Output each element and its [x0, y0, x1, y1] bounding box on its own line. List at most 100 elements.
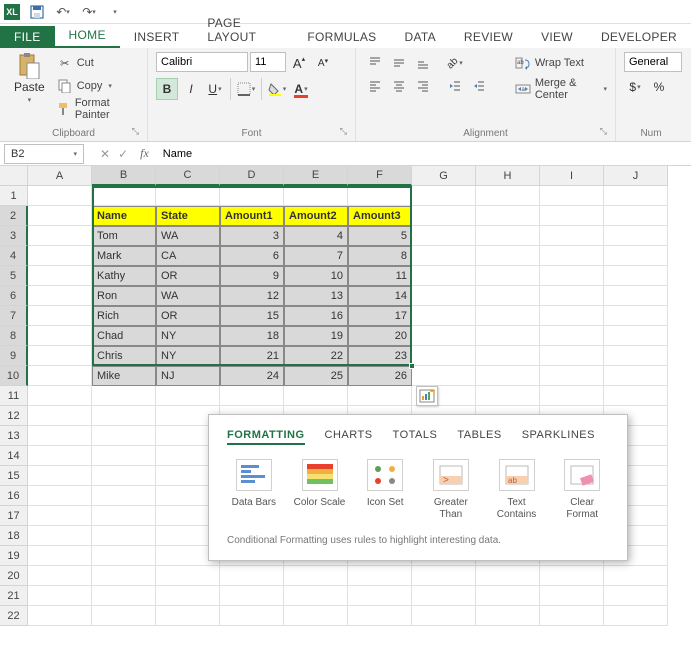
cell[interactable]: NY — [156, 326, 220, 346]
cell[interactable] — [476, 326, 540, 346]
cell[interactable] — [92, 386, 156, 406]
cell[interactable] — [92, 506, 156, 526]
row-header[interactable]: 1 — [0, 186, 28, 206]
cell[interactable] — [540, 386, 604, 406]
cell[interactable]: Chad — [92, 326, 156, 346]
wrap-text-button[interactable]: abWrap Text — [515, 52, 607, 74]
cell[interactable] — [28, 486, 92, 506]
cell[interactable]: 4 — [284, 226, 348, 246]
cell[interactable] — [604, 366, 668, 386]
row-header[interactable]: 12 — [0, 406, 28, 426]
cell[interactable] — [348, 386, 412, 406]
tab-file[interactable]: FILE — [0, 26, 55, 48]
cell[interactable]: 22 — [284, 346, 348, 366]
cell[interactable] — [28, 226, 92, 246]
cell[interactable] — [92, 546, 156, 566]
cell[interactable] — [348, 566, 412, 586]
row-header[interactable]: 5 — [0, 266, 28, 286]
increase-font-button[interactable]: A▴ — [288, 52, 310, 74]
col-header[interactable]: A — [28, 166, 92, 186]
cell[interactable] — [284, 186, 348, 206]
row-header[interactable]: 4 — [0, 246, 28, 266]
cell[interactable] — [28, 546, 92, 566]
cell[interactable] — [348, 186, 412, 206]
cell[interactable]: 24 — [220, 366, 284, 386]
underline-button[interactable]: U▾ — [204, 78, 226, 100]
qa-opt-icon-set[interactable]: Icon Set — [358, 459, 412, 521]
cell[interactable] — [476, 186, 540, 206]
cell[interactable] — [476, 366, 540, 386]
cell[interactable] — [412, 566, 476, 586]
cell[interactable] — [28, 346, 92, 366]
row-header[interactable]: 6 — [0, 286, 28, 306]
cell[interactable] — [412, 246, 476, 266]
redo-icon[interactable]: ↷▾ — [80, 3, 98, 21]
qa-opt-color-scale[interactable]: Color Scale — [293, 459, 347, 521]
col-header[interactable]: G — [412, 166, 476, 186]
row-header[interactable]: 21 — [0, 586, 28, 606]
align-right-button[interactable] — [412, 75, 434, 97]
cell[interactable]: 19 — [284, 326, 348, 346]
cell[interactable] — [540, 566, 604, 586]
qa-tab-tables[interactable]: TABLES — [457, 429, 501, 445]
row-header[interactable]: 22 — [0, 606, 28, 626]
cell[interactable] — [604, 186, 668, 206]
cell[interactable]: 6 — [220, 246, 284, 266]
orientation-button[interactable]: ab▾ — [444, 52, 466, 74]
cell[interactable] — [92, 606, 156, 626]
cell[interactable]: State — [156, 206, 220, 226]
cell[interactable] — [28, 506, 92, 526]
cell[interactable] — [540, 266, 604, 286]
cell[interactable] — [604, 606, 668, 626]
cell[interactable] — [540, 326, 604, 346]
cell[interactable] — [156, 606, 220, 626]
cell[interactable] — [348, 606, 412, 626]
cell[interactable] — [412, 186, 476, 206]
qa-opt-clear-format[interactable]: Clear Format — [555, 459, 609, 521]
row-header[interactable]: 14 — [0, 446, 28, 466]
cell[interactable]: 3 — [220, 226, 284, 246]
cell[interactable] — [604, 326, 668, 346]
cell[interactable] — [412, 266, 476, 286]
align-bottom-button[interactable] — [412, 52, 434, 74]
cell[interactable]: Ron — [92, 286, 156, 306]
qa-opt-greater-than[interactable]: > Greater Than — [424, 459, 478, 521]
cell[interactable]: Rich — [92, 306, 156, 326]
tab-review[interactable]: REVIEW — [450, 26, 527, 48]
cell[interactable] — [28, 566, 92, 586]
paste-button[interactable]: Paste ▾ — [8, 52, 51, 106]
cell[interactable] — [220, 566, 284, 586]
cell[interactable] — [604, 566, 668, 586]
cell[interactable] — [476, 586, 540, 606]
cell[interactable] — [476, 206, 540, 226]
cell[interactable] — [540, 586, 604, 606]
percent-button[interactable]: % — [648, 76, 670, 98]
cell[interactable]: OR — [156, 266, 220, 286]
cell[interactable] — [28, 386, 92, 406]
cell[interactable] — [412, 326, 476, 346]
cell[interactable] — [220, 186, 284, 206]
cell[interactable] — [28, 286, 92, 306]
font-color-button[interactable]: A▾ — [290, 78, 312, 100]
cell[interactable]: 25 — [284, 366, 348, 386]
cell[interactable] — [92, 526, 156, 546]
cell[interactable] — [412, 606, 476, 626]
cell[interactable] — [412, 306, 476, 326]
cell[interactable] — [156, 566, 220, 586]
merge-center-button[interactable]: aMerge & Center▾ — [515, 78, 607, 100]
decrease-indent-button[interactable] — [444, 75, 466, 97]
align-middle-button[interactable] — [388, 52, 410, 74]
cancel-formula-icon[interactable]: ✕ — [100, 147, 110, 161]
cell[interactable] — [540, 306, 604, 326]
cell[interactable] — [476, 286, 540, 306]
cell[interactable]: 21 — [220, 346, 284, 366]
cell[interactable]: 7 — [284, 246, 348, 266]
cell[interactable] — [476, 266, 540, 286]
cell[interactable] — [412, 586, 476, 606]
cell[interactable]: 11 — [348, 266, 412, 286]
clipboard-launcher[interactable]: ⤡ — [132, 126, 139, 137]
cell[interactable]: Name — [92, 206, 156, 226]
cell[interactable]: NJ — [156, 366, 220, 386]
cell[interactable] — [28, 426, 92, 446]
cell[interactable] — [604, 246, 668, 266]
